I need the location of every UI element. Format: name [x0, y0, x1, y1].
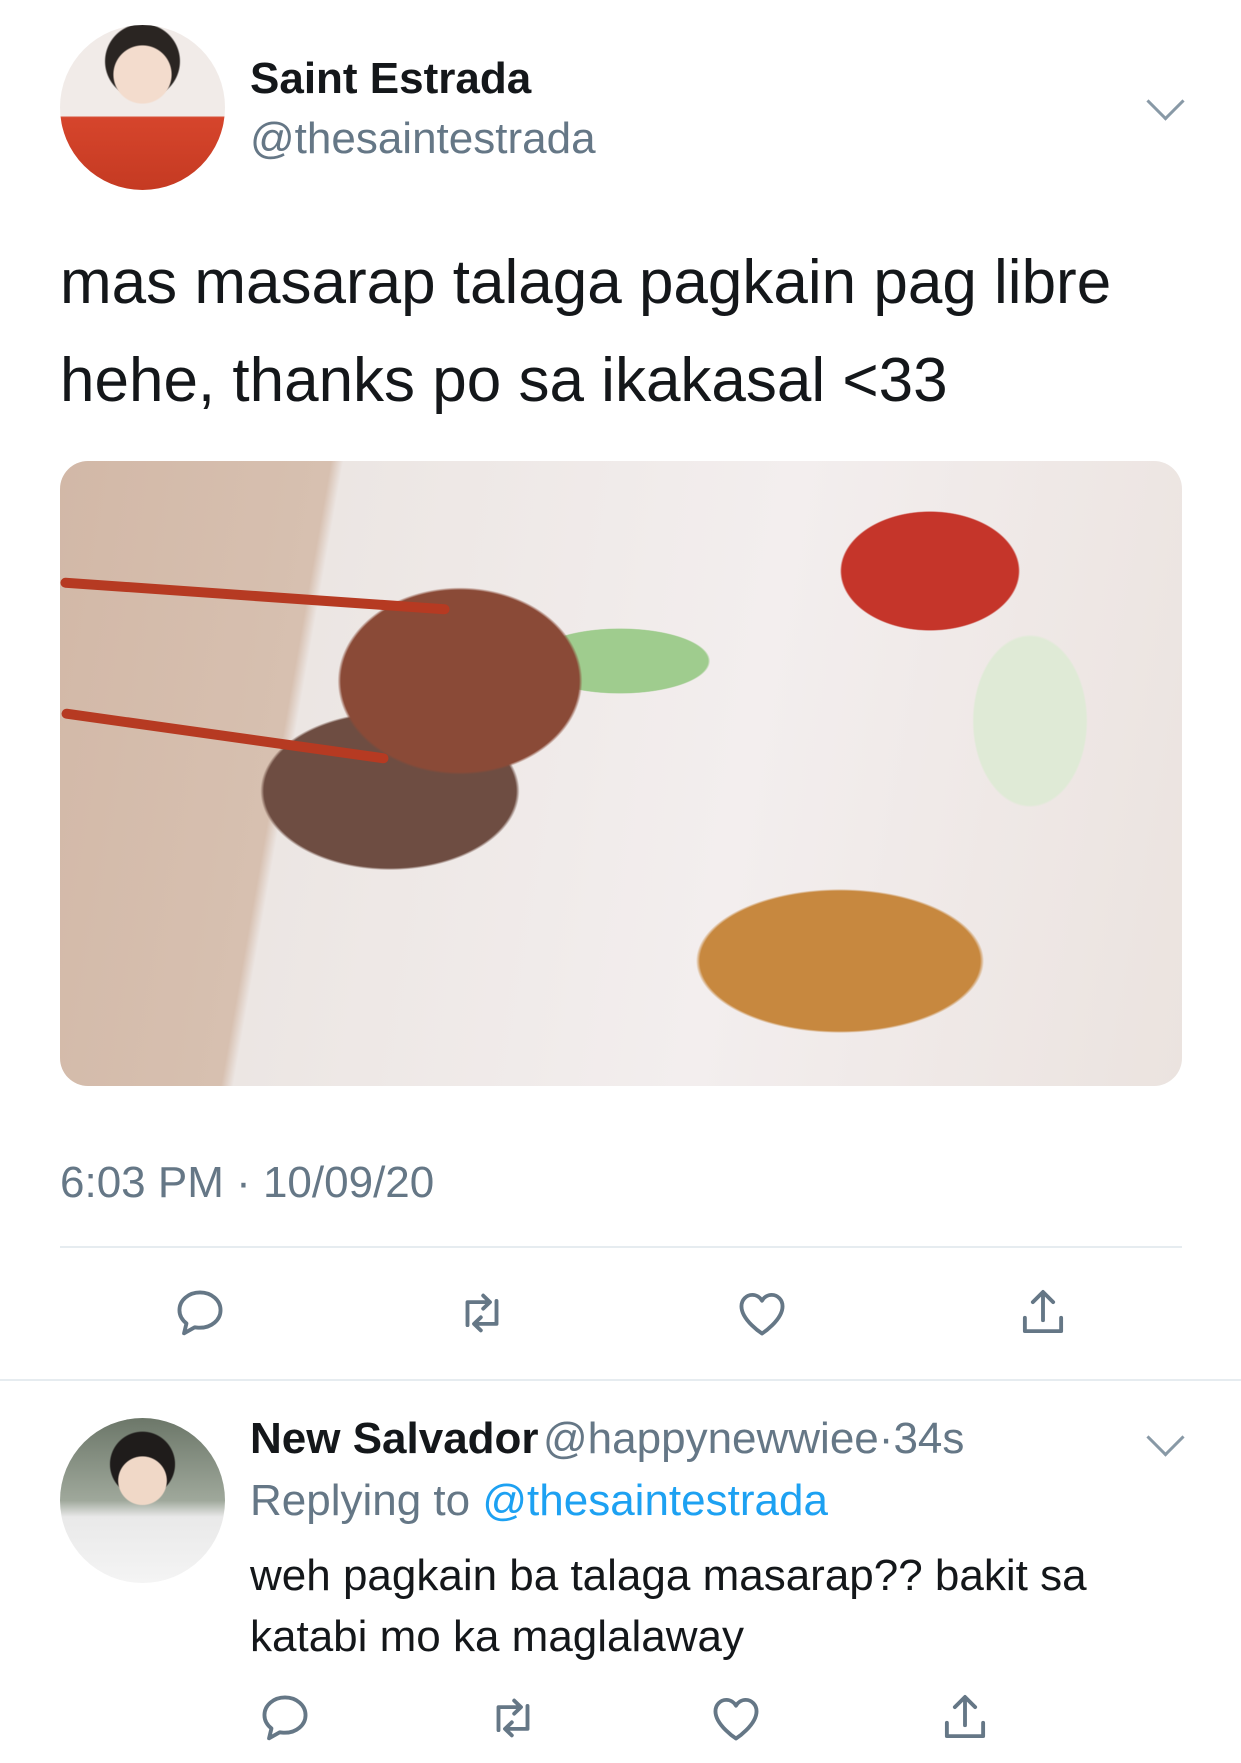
reply-author-handle[interactable]: @happynewwiee [543, 1414, 879, 1463]
reply-button[interactable] [250, 1688, 320, 1748]
tweet-media-photo[interactable] [60, 461, 1182, 1086]
lobster-antenna [60, 708, 390, 764]
chevron-down-icon[interactable] [1146, 1418, 1185, 1457]
heart-icon [739, 1292, 785, 1336]
like-button[interactable] [727, 1283, 797, 1343]
replying-to-label: Replying to [250, 1476, 471, 1525]
replying-to-handle-link[interactable]: @thesaintestrada [482, 1476, 828, 1525]
tweet-text-line-1: mas masarap talaga pagkain pag libre [60, 248, 1112, 317]
reply-button[interactable] [165, 1283, 235, 1343]
divider [0, 1379, 1241, 1381]
retweet-icon [496, 1698, 530, 1738]
reply-icon [262, 1695, 308, 1741]
author-name[interactable]: Saint Estrada [250, 54, 531, 104]
separator-dot: · [878, 1414, 894, 1463]
share-button[interactable] [1008, 1283, 1078, 1343]
share-icon [1022, 1290, 1064, 1334]
retweet-button[interactable] [478, 1688, 548, 1748]
tweet-timestamp[interactable]: 6:03 PM · 10/09/20 [60, 1158, 434, 1208]
retweet-icon [465, 1293, 499, 1333]
avatar[interactable] [60, 25, 225, 190]
share-button[interactable] [930, 1688, 1000, 1748]
reply-author-name[interactable]: New Salvador [250, 1414, 539, 1463]
like-button[interactable] [701, 1688, 771, 1748]
divider [60, 1246, 1182, 1248]
lobster-antenna [60, 577, 450, 615]
tweet-text-line-2: hehe, thanks po sa ikakasal <33 [60, 346, 948, 415]
heart-icon [713, 1697, 759, 1741]
reply-text-line-1: weh pagkain ba talaga masarap?? bakit sa [250, 1551, 1087, 1600]
reply-age[interactable]: 34s [893, 1414, 964, 1463]
reply-header: New Salvador @happynewwiee·34s [250, 1414, 964, 1464]
chevron-down-icon[interactable] [1146, 82, 1185, 121]
reply-icon [177, 1290, 223, 1336]
avatar[interactable] [60, 1418, 225, 1583]
replying-to: Replying to @thesaintestrada [250, 1476, 828, 1526]
retweet-button[interactable] [447, 1283, 517, 1343]
reply-text-line-2: katabi mo ka maglalaway [250, 1612, 745, 1661]
share-icon [944, 1695, 986, 1739]
author-handle[interactable]: @thesaintestrada [250, 114, 596, 164]
